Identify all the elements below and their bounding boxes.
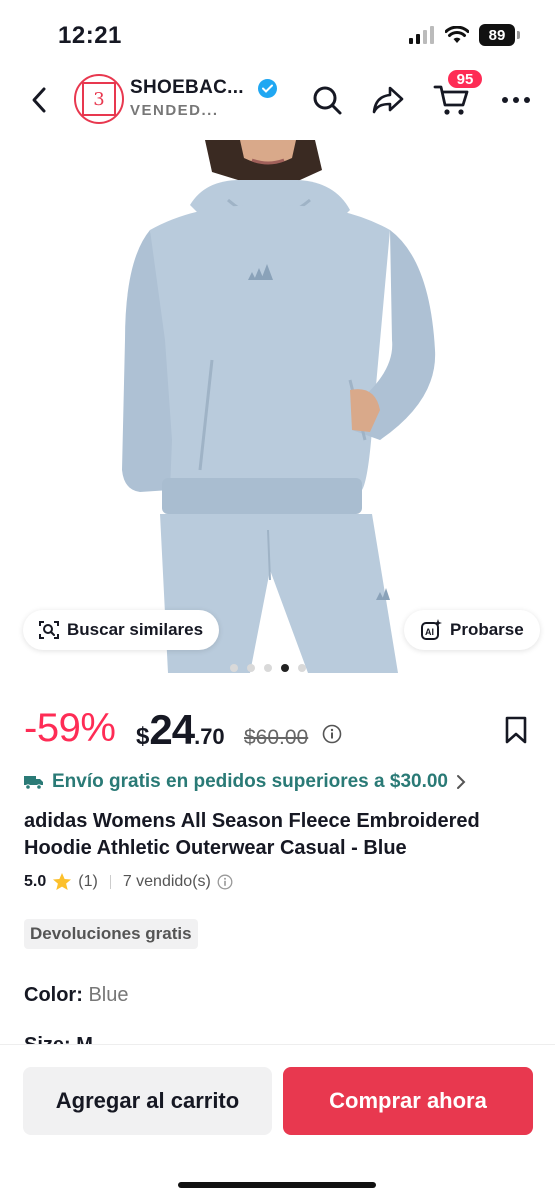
search-button[interactable] — [307, 80, 347, 120]
product-title: adidas Womens All Season Fleece Embroide… — [24, 810, 480, 859]
pagination-dot[interactable] — [298, 664, 306, 672]
discount-percent: -59% — [24, 706, 116, 750]
pagination-dot[interactable] — [247, 664, 255, 672]
original-price: $60.00 — [244, 726, 309, 749]
info-icon[interactable] — [217, 874, 233, 890]
share-icon — [372, 86, 404, 114]
image-search-icon — [39, 621, 59, 639]
top-nav: 3 SHOEBAC... VENDED... 95 — [0, 62, 555, 138]
battery-icon: 89 — [479, 24, 520, 46]
price-currency: $ — [136, 723, 150, 750]
add-to-cart-button[interactable]: Agregar al carrito — [23, 1067, 272, 1135]
find-similar-button[interactable]: Buscar similares — [23, 610, 220, 650]
shop-subtitle: VENDED... — [130, 102, 219, 119]
cart-count-badge: 95 — [446, 68, 484, 90]
shop-logo-mark: 3 — [82, 82, 116, 116]
verified-badge-icon — [258, 79, 277, 98]
try-on-label: Probarse — [450, 620, 524, 639]
battery-level: 89 — [488, 26, 506, 44]
truck-icon — [24, 776, 43, 790]
pagination-dot[interactable] — [230, 664, 238, 672]
pagination-dot-active[interactable] — [281, 664, 289, 672]
rating-value: 5.0 — [24, 873, 47, 890]
rating-row[interactable]: 5.0 (1) 7 vendido(s) — [24, 872, 233, 892]
search-icon — [313, 86, 342, 115]
find-similar-label: Buscar similares — [67, 620, 204, 639]
product-image — [122, 140, 436, 673]
home-indicator[interactable] — [178, 1182, 376, 1188]
current-price: $ 24 .70 — [136, 706, 225, 754]
bottom-action-bar: Agregar al carrito Comprar ahora — [0, 1044, 555, 1200]
chevron-left-icon — [32, 87, 46, 113]
gallery-pagination — [230, 664, 306, 672]
more-options-button[interactable] — [496, 80, 536, 120]
svg-text:AI: AI — [425, 627, 434, 637]
back-button[interactable] — [22, 80, 56, 120]
shop-avatar[interactable]: 3 — [74, 74, 124, 124]
share-button[interactable] — [368, 80, 408, 120]
divider — [109, 875, 111, 889]
price-decimal: .70 — [194, 724, 225, 749]
info-icon[interactable] — [322, 724, 342, 744]
product-image-gallery[interactable]: Buscar similares AI Probarse — [0, 140, 555, 673]
sold-count: 7 vendido(s) — [122, 873, 211, 890]
ai-try-on-icon: AI — [421, 619, 442, 640]
pagination-dot[interactable] — [264, 664, 272, 672]
try-on-button[interactable]: AI Probarse — [404, 610, 540, 650]
bookmark-icon[interactable] — [504, 716, 528, 744]
color-label: Color: — [24, 984, 83, 1006]
signal-icon — [409, 26, 434, 44]
status-icons: 89 — [409, 24, 520, 46]
more-icon — [502, 97, 530, 103]
buy-now-button[interactable]: Comprar ahora — [283, 1067, 533, 1135]
color-selector[interactable]: Color: Blue — [24, 984, 128, 1007]
wifi-icon — [445, 26, 469, 43]
chevron-right-icon — [457, 775, 466, 789]
status-time: 12:21 — [58, 22, 122, 49]
price-row: -59% $ 24 .70 $60.00 — [24, 706, 534, 756]
shop-name[interactable]: SHOEBAC... — [130, 77, 244, 99]
size-selector[interactable]: Size: M — [24, 1034, 224, 1044]
free-shipping-banner[interactable]: Envío gratis en pedidos superiores a $30… — [24, 771, 466, 793]
free-returns-badge: Devoluciones gratis — [24, 919, 198, 949]
review-count: (1) — [78, 873, 98, 890]
star-icon — [53, 873, 72, 890]
price-integer: 24 — [149, 706, 195, 753]
status-bar: 12:21 89 — [0, 0, 555, 62]
color-value: Blue — [88, 984, 129, 1006]
free-shipping-text: Envío gratis en pedidos superiores a $30… — [52, 771, 448, 792]
